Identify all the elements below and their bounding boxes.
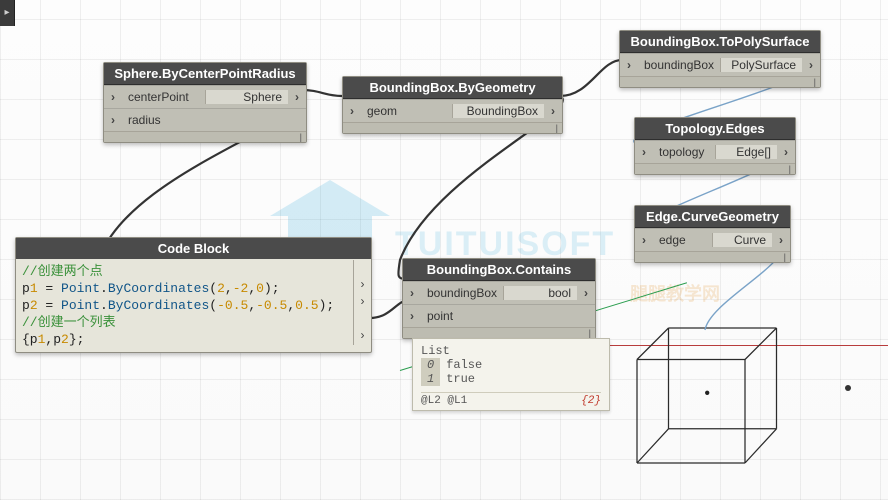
- node-title: Sphere.ByCenterPointRadius: [104, 63, 306, 85]
- port-in-centerpoint[interactable]: [104, 90, 122, 104]
- input-boundingbox: boundingBox: [421, 286, 503, 300]
- watermark-tag: 腿腿教学网: [630, 280, 720, 306]
- input-radius: radius: [122, 113, 253, 127]
- node-title: Edge.CurveGeometry: [635, 206, 790, 228]
- input-topology: topology: [653, 145, 715, 159]
- node-title: BoundingBox.Contains: [403, 259, 595, 281]
- port-out-list[interactable]: ›: [353, 328, 371, 345]
- node-footer: |: [620, 76, 820, 87]
- input-geom: geom: [361, 104, 452, 118]
- node-footer: |: [635, 163, 795, 174]
- preview-header: List: [421, 344, 601, 358]
- preview-levels: @L2 @L1: [421, 395, 467, 407]
- port-out-boundingbox[interactable]: [544, 104, 562, 118]
- node-footer: |: [403, 327, 595, 338]
- input-boundingbox: boundingBox: [638, 58, 720, 72]
- input-centerpoint: centerPoint: [122, 90, 205, 104]
- output-preview-tooltip: List 0false 1true @L2 @L1 {2}: [412, 338, 610, 411]
- code-block-outports: › › ›: [353, 260, 371, 345]
- port-out-p2[interactable]: ›: [353, 294, 371, 311]
- node-title: BoundingBox.ByGeometry: [343, 77, 562, 99]
- output-bool: bool: [503, 286, 577, 300]
- node-topology-edges[interactable]: Topology.Edges topology Edge[] |: [634, 117, 796, 175]
- output-polysurface: PolySurface: [720, 58, 802, 72]
- code-block-body[interactable]: //创建两个点 p1 = Point.ByCoordinates(2,-2,0)…: [16, 259, 371, 352]
- preview-count: {2}: [581, 395, 601, 407]
- port-out-p1[interactable]: ›: [353, 277, 371, 294]
- port-in-boundingbox[interactable]: [620, 58, 638, 72]
- port-in-edge[interactable]: [635, 233, 653, 247]
- port-out-curve[interactable]: [772, 233, 790, 247]
- node-code-block[interactable]: Code Block //创建两个点 p1 = Point.ByCoordina…: [15, 237, 372, 353]
- port-out-sphere[interactable]: [288, 90, 306, 104]
- output-sphere: Sphere: [205, 90, 289, 104]
- dynamo-canvas[interactable]: { "watermark": { "brand": "TUITUISOFT", …: [0, 0, 888, 500]
- port-in-geom[interactable]: [343, 104, 361, 118]
- port-in-topology[interactable]: [635, 145, 653, 159]
- node-sphere-bycenterpointradius[interactable]: Sphere.ByCenterPointRadius centerPoint S…: [103, 62, 307, 143]
- node-boundingbox-topolysurface[interactable]: BoundingBox.ToPolySurface boundingBox Po…: [619, 30, 821, 88]
- node-footer: |: [343, 122, 562, 133]
- input-point: point: [421, 309, 542, 323]
- input-edge: edge: [653, 233, 712, 247]
- port-out-polysurface[interactable]: [802, 58, 820, 72]
- node-title: Topology.Edges: [635, 118, 795, 140]
- port-in-boundingbox[interactable]: [403, 286, 421, 300]
- preview-cube: [610, 310, 790, 490]
- port-out-edges[interactable]: [777, 145, 795, 159]
- node-footer: |: [104, 131, 306, 142]
- node-footer: |: [635, 251, 790, 262]
- port-in-radius[interactable]: [104, 113, 122, 127]
- port-out-bool[interactable]: [577, 286, 595, 300]
- node-title: Code Block: [16, 238, 371, 259]
- node-edge-curvegeometry[interactable]: Edge.CurveGeometry edge Curve |: [634, 205, 791, 263]
- port-in-point[interactable]: [403, 309, 421, 323]
- top-left-widget[interactable]: ▸: [0, 0, 15, 26]
- ground-point: [845, 385, 851, 391]
- output-curve: Curve: [712, 233, 772, 247]
- node-boundingbox-contains[interactable]: BoundingBox.Contains boundingBox bool po…: [402, 258, 596, 339]
- output-edges: Edge[]: [715, 145, 778, 159]
- output-boundingbox: BoundingBox: [452, 104, 544, 118]
- node-boundingbox-bygeometry[interactable]: BoundingBox.ByGeometry geom BoundingBox …: [342, 76, 563, 134]
- node-title: BoundingBox.ToPolySurface: [620, 31, 820, 53]
